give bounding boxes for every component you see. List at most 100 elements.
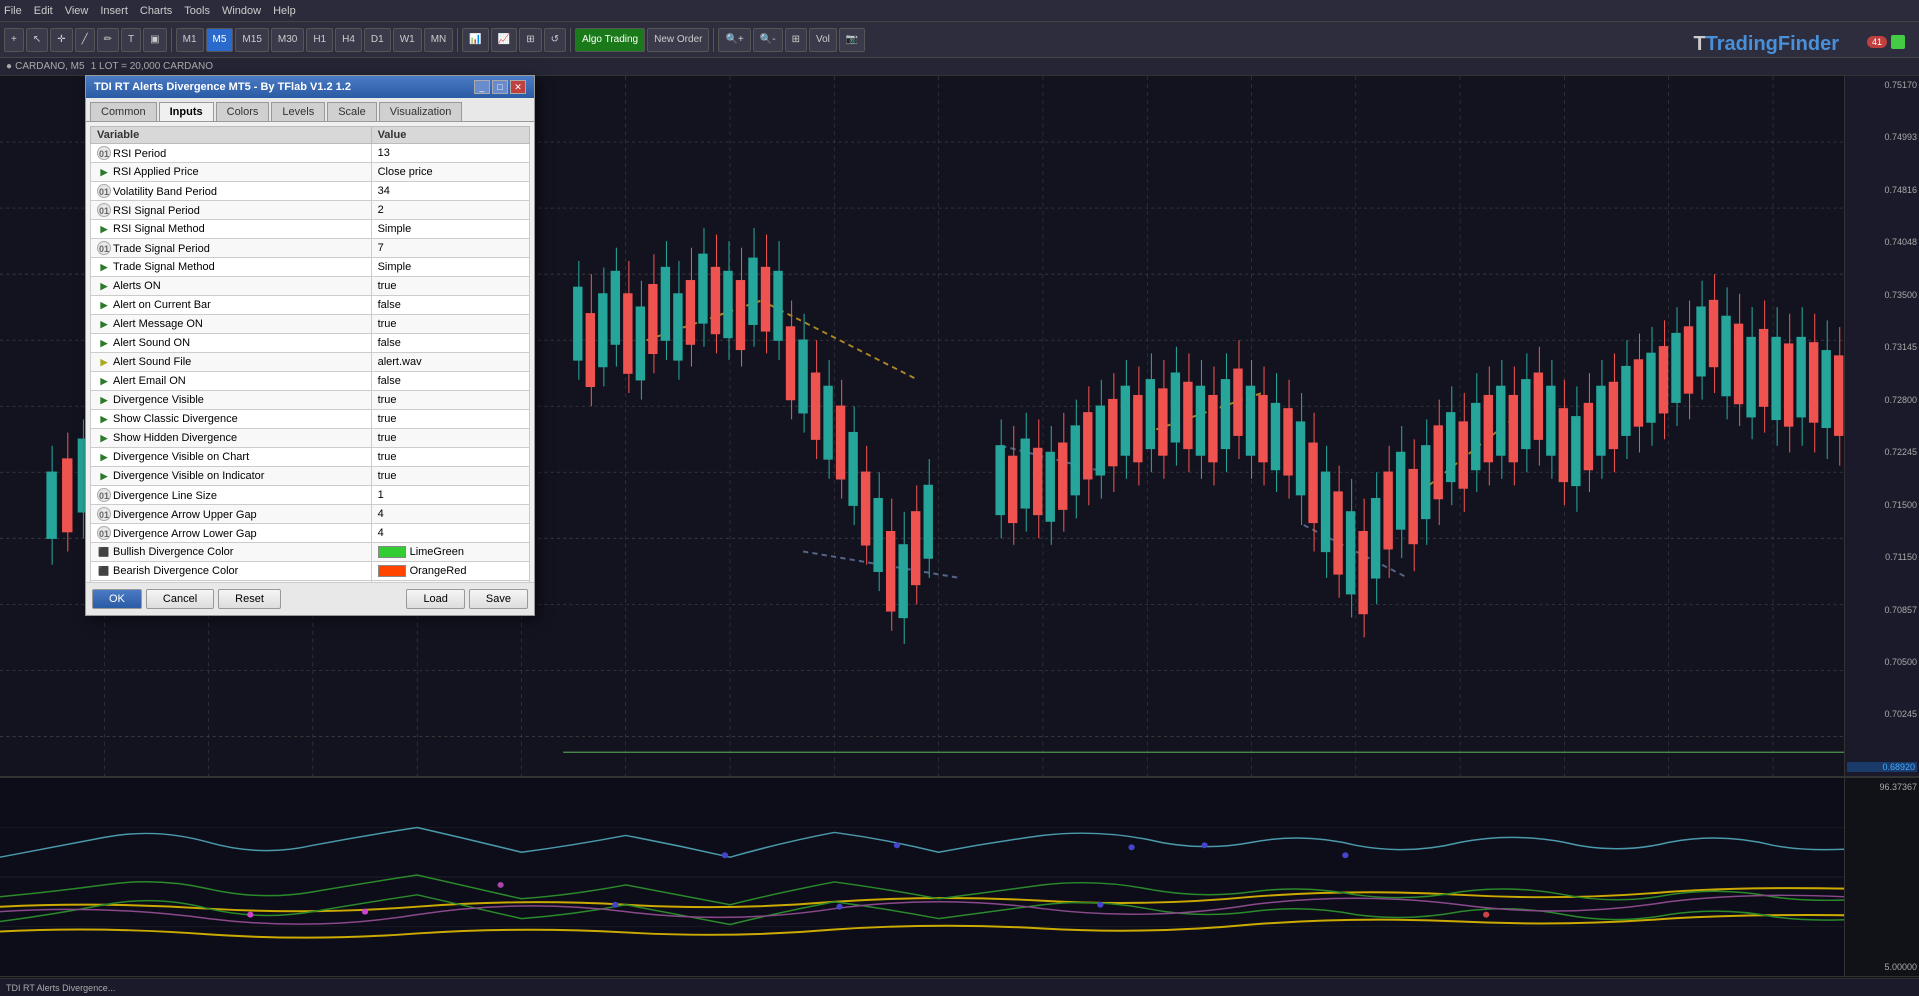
menu-help[interactable]: Help [273,5,296,17]
row-value[interactable]: Close price [371,163,529,182]
tb-grid[interactable]: ⊞ [785,28,807,52]
bullish-color-swatch[interactable] [378,546,406,558]
row-value[interactable]: LimeGreen [371,543,529,562]
tb-indicators[interactable]: 📈 [491,28,517,52]
tab-common[interactable]: Common [90,102,157,121]
menu-view[interactable]: View [65,5,89,17]
tab-inputs[interactable]: Inputs [159,102,214,121]
tab-levels[interactable]: Levels [271,102,325,121]
algo-trading-btn[interactable]: Algo Trading [575,28,645,52]
row-value[interactable]: true [371,429,529,448]
tb-zoom-in[interactable]: 🔍+ [718,28,750,52]
tb-line-tool[interactable]: ╱ [75,28,95,52]
row-name: ▶Alert Email ON [91,372,372,391]
row-value[interactable]: 7 [371,239,529,258]
tb-screenshot[interactable]: 📷 [839,28,865,52]
row-value[interactable]: OrangeRed [371,562,529,581]
tab-visualization[interactable]: Visualization [379,102,463,121]
row-icon-arrow: ▶ [97,393,111,407]
tf-mn[interactable]: MN [424,28,454,52]
dialog-footer-left: OK Cancel Reset [92,589,281,609]
menu-edit[interactable]: Edit [34,5,53,17]
tf-m15[interactable]: M15 [235,28,268,52]
reset-button[interactable]: Reset [218,589,281,609]
price-8: 0.72245 [1847,447,1917,457]
row-value[interactable]: false [371,334,529,353]
row-value[interactable]: 13 [371,144,529,163]
tb-crosshair[interactable]: ✛ [50,28,72,52]
tf-m1[interactable]: M1 [176,28,204,52]
row-value[interactable]: false [371,296,529,315]
row-value[interactable]: true [371,410,529,429]
bearish-color-swatch[interactable] [378,565,406,577]
new-order-btn[interactable]: New Order [647,28,709,52]
row-value[interactable]: true [371,448,529,467]
tab-scale[interactable]: Scale [327,102,377,121]
tf-w1[interactable]: W1 [393,28,422,52]
row-value[interactable]: true [371,315,529,334]
dialog-close-btn[interactable]: ✕ [510,80,526,94]
tb-zoom-out[interactable]: 🔍- [753,28,783,52]
row-value[interactable]: 2 [371,201,529,220]
online-badge: 41 [1867,35,1905,49]
status-text: TDI RT Alerts Divergence... [6,983,115,993]
col-variable: Variable [91,127,372,144]
dialog-maximize-btn[interactable]: □ [492,80,508,94]
menu-charts[interactable]: Charts [140,5,172,17]
row-value[interactable]: Simple [371,220,529,239]
sep1 [171,28,172,52]
row-name: 01RSI Period [91,144,372,163]
row-value[interactable]: true [371,277,529,296]
tf-m30[interactable]: M30 [271,28,304,52]
menu-tools[interactable]: Tools [184,5,210,17]
cancel-button[interactable]: Cancel [146,589,214,609]
tb-chart-type[interactable]: 📊 [462,28,488,52]
ok-button[interactable]: OK [92,589,142,609]
price-1: 0.75170 [1847,80,1917,90]
tb-text[interactable]: T [121,28,141,52]
row-name: ▶Divergence Visible on Indicator [91,467,372,486]
row-icon-arrow: ▶ [97,317,111,331]
dialog-footer: OK Cancel Reset Load Save [86,582,534,615]
tb-refresh[interactable]: ↺ [544,28,566,52]
row-icon-01: 01 [97,507,111,521]
tf-h4[interactable]: H4 [335,28,362,52]
tb-objects[interactable]: ⊞ [519,28,541,52]
save-button[interactable]: Save [469,589,528,609]
tf-d1[interactable]: D1 [364,28,391,52]
table-row: ▶Alert Sound ON false [91,334,530,353]
menu-file[interactable]: File [4,5,22,17]
load-button[interactable]: Load [406,589,464,609]
tb-cursor[interactable]: ↖ [26,28,48,52]
row-value[interactable]: Simple [371,258,529,277]
row-value[interactable]: 4 [371,505,529,524]
menu-insert[interactable]: Insert [100,5,128,17]
dialog-footer-right: Load Save [406,589,528,609]
table-row: 01Divergence Line Size 1 [91,486,530,505]
table-row: ▶Alert Email ON false [91,372,530,391]
row-value[interactable]: 1 [371,486,529,505]
bottom-bar: TDI RT Alerts Divergence... [0,978,1919,996]
menu-window[interactable]: Window [222,5,261,17]
tb-shapes[interactable]: ▣ [143,28,166,52]
row-value[interactable]: true [371,391,529,410]
row-value[interactable]: 34 [371,182,529,201]
tf-h1[interactable]: H1 [306,28,333,52]
col-value: Value [371,127,529,144]
tb-new-chart[interactable]: + [4,28,24,52]
row-value[interactable]: 4 [371,524,529,543]
dialog-tabs: Common Inputs Colors Levels Scale Visual… [86,98,534,122]
price-7: 0.72800 [1847,395,1917,405]
tf-m5[interactable]: M5 [206,28,234,52]
row-icon-01: 01 [97,488,111,502]
table-row: ⬛Bearish Divergence Color OrangeRed [91,562,530,581]
row-value[interactable]: false [371,372,529,391]
row-icon-arrow: ▶ [97,165,111,179]
row-value[interactable]: alert.wav [371,353,529,372]
dialog-minimize-btn[interactable]: _ [474,80,490,94]
row-value[interactable]: true [371,467,529,486]
tb-vol[interactable]: Vol [809,28,837,52]
table-row: ▶Alerts ON true [91,277,530,296]
tb-draw[interactable]: ✏ [97,28,119,52]
tab-colors[interactable]: Colors [216,102,270,121]
